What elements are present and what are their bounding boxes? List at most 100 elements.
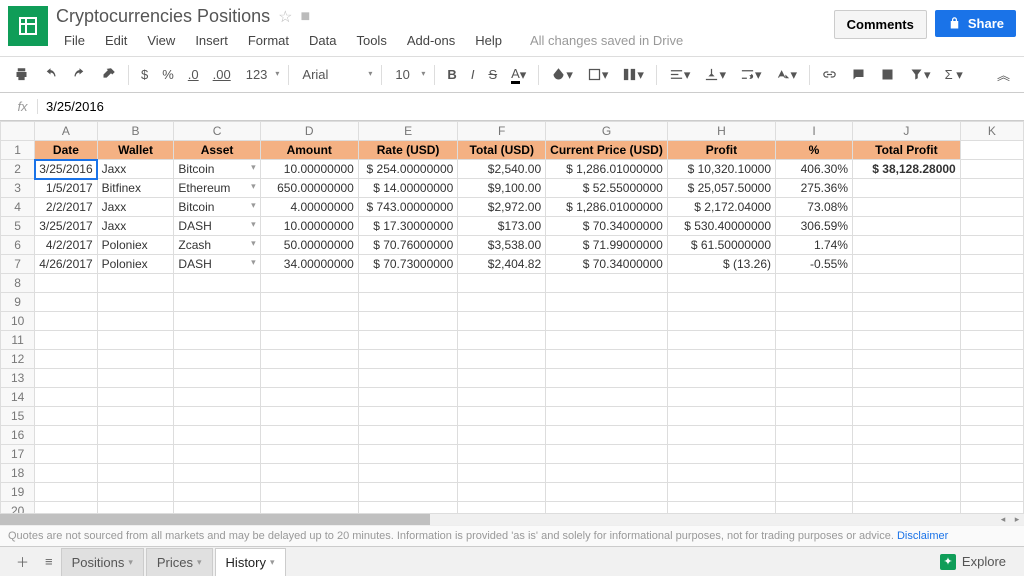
cell[interactable] xyxy=(852,369,960,388)
cell[interactable] xyxy=(776,426,853,445)
row-header[interactable]: 19 xyxy=(1,483,35,502)
cell[interactable] xyxy=(260,407,358,426)
folder-icon[interactable]: ■ xyxy=(300,8,310,26)
cell[interactable]: Date xyxy=(35,141,97,160)
menu-help[interactable]: Help xyxy=(467,31,510,50)
cell[interactable] xyxy=(546,483,668,502)
cell[interactable]: $ 61.50000000 xyxy=(667,236,775,255)
cell[interactable] xyxy=(667,293,775,312)
cell[interactable]: 3/25/2017 xyxy=(35,217,97,236)
cell[interactable] xyxy=(546,407,668,426)
cell[interactable] xyxy=(960,388,1023,407)
star-icon[interactable]: ☆ xyxy=(278,7,292,27)
cell[interactable]: DASH xyxy=(174,217,260,236)
format-currency-button[interactable]: $ xyxy=(135,63,154,86)
column-header[interactable]: H xyxy=(667,122,775,141)
cell[interactable] xyxy=(546,312,668,331)
cell[interactable]: $ (13.26) xyxy=(667,255,775,274)
cell[interactable] xyxy=(358,464,457,483)
paint-format-icon[interactable] xyxy=(95,63,122,86)
row-header[interactable]: 20 xyxy=(1,502,35,514)
cell[interactable] xyxy=(458,369,546,388)
column-header[interactable]: I xyxy=(776,122,853,141)
cell[interactable] xyxy=(667,369,775,388)
cell[interactable] xyxy=(358,502,457,514)
cell[interactable] xyxy=(960,198,1023,217)
text-wrap-button[interactable]: ▾ xyxy=(734,63,768,87)
cell[interactable] xyxy=(667,464,775,483)
sheet-tab[interactable]: Prices▾ xyxy=(146,548,213,576)
cell[interactable]: 1/5/2017 xyxy=(35,179,97,198)
column-header[interactable]: F xyxy=(458,122,546,141)
cell[interactable] xyxy=(174,293,260,312)
cell[interactable] xyxy=(960,350,1023,369)
column-header[interactable]: D xyxy=(260,122,358,141)
chevron-down-icon[interactable]: ▾ xyxy=(197,557,202,568)
cell[interactable] xyxy=(358,293,457,312)
cell[interactable] xyxy=(458,407,546,426)
font-size-select[interactable]: 10 xyxy=(388,64,428,85)
cell[interactable] xyxy=(960,217,1023,236)
cell[interactable] xyxy=(35,464,97,483)
disclaimer-link[interactable]: Disclaimer xyxy=(897,530,948,542)
cell[interactable] xyxy=(458,502,546,514)
cell[interactable]: $ 52.55000000 xyxy=(546,179,668,198)
h-align-button[interactable]: ▾ xyxy=(663,63,697,87)
cell[interactable]: Jaxx xyxy=(97,217,174,236)
cell[interactable] xyxy=(358,312,457,331)
cell[interactable] xyxy=(35,331,97,350)
row-header[interactable]: 2 xyxy=(1,160,35,179)
format-percent-button[interactable]: % xyxy=(156,63,180,86)
cell[interactable]: Total Profit xyxy=(852,141,960,160)
cell[interactable] xyxy=(852,483,960,502)
cell[interactable] xyxy=(776,445,853,464)
cell[interactable]: $ 2,172.04000 xyxy=(667,198,775,217)
cell[interactable] xyxy=(260,293,358,312)
cell[interactable] xyxy=(667,274,775,293)
text-color-button[interactable]: A ▾ xyxy=(505,62,532,88)
cell[interactable] xyxy=(960,445,1023,464)
cell[interactable] xyxy=(260,502,358,514)
column-header[interactable]: C xyxy=(174,122,260,141)
share-button[interactable]: Share xyxy=(935,10,1016,37)
cell[interactable]: Ethereum xyxy=(174,179,260,198)
cell[interactable] xyxy=(776,483,853,502)
filter-icon[interactable]: ▾ xyxy=(903,63,937,87)
cell[interactable] xyxy=(960,179,1023,198)
cell[interactable]: $3,538.00 xyxy=(458,236,546,255)
cell[interactable]: $ 743.00000000 xyxy=(358,198,457,217)
cell[interactable] xyxy=(358,369,457,388)
borders-button[interactable]: ▾ xyxy=(581,63,615,87)
fx-icon[interactable]: fx xyxy=(8,99,38,114)
cell[interactable]: $ 1,286.01000000 xyxy=(546,198,668,217)
cell[interactable]: DASH xyxy=(174,255,260,274)
spreadsheet-grid[interactable]: ABCDEFGHIJK1DateWalletAssetAmountRate (U… xyxy=(0,121,1024,513)
cell[interactable] xyxy=(35,445,97,464)
fill-color-button[interactable]: ▾ xyxy=(545,63,579,87)
cell[interactable]: $ 38,128.28000 xyxy=(852,160,960,179)
cell[interactable]: Zcash xyxy=(174,236,260,255)
cell[interactable]: 2/2/2017 xyxy=(35,198,97,217)
cell[interactable] xyxy=(174,502,260,514)
cell[interactable] xyxy=(852,198,960,217)
cell[interactable] xyxy=(776,331,853,350)
cell[interactable] xyxy=(776,407,853,426)
row-header[interactable]: 7 xyxy=(1,255,35,274)
cell[interactable] xyxy=(667,388,775,407)
cell[interactable] xyxy=(260,426,358,445)
explore-button[interactable]: ✦ Explore xyxy=(930,550,1016,574)
row-header[interactable]: 1 xyxy=(1,141,35,160)
cell[interactable] xyxy=(97,350,174,369)
cell[interactable] xyxy=(960,236,1023,255)
cell[interactable]: 34.00000000 xyxy=(260,255,358,274)
cell[interactable] xyxy=(852,236,960,255)
cell[interactable] xyxy=(358,274,457,293)
cell[interactable] xyxy=(35,350,97,369)
cell[interactable]: $ 70.76000000 xyxy=(358,236,457,255)
cell[interactable]: $ 10,320.10000 xyxy=(667,160,775,179)
cell[interactable] xyxy=(776,312,853,331)
v-align-button[interactable]: ▾ xyxy=(698,63,732,87)
cell[interactable] xyxy=(852,407,960,426)
cell[interactable] xyxy=(35,407,97,426)
cell[interactable]: $ 71.99000000 xyxy=(546,236,668,255)
